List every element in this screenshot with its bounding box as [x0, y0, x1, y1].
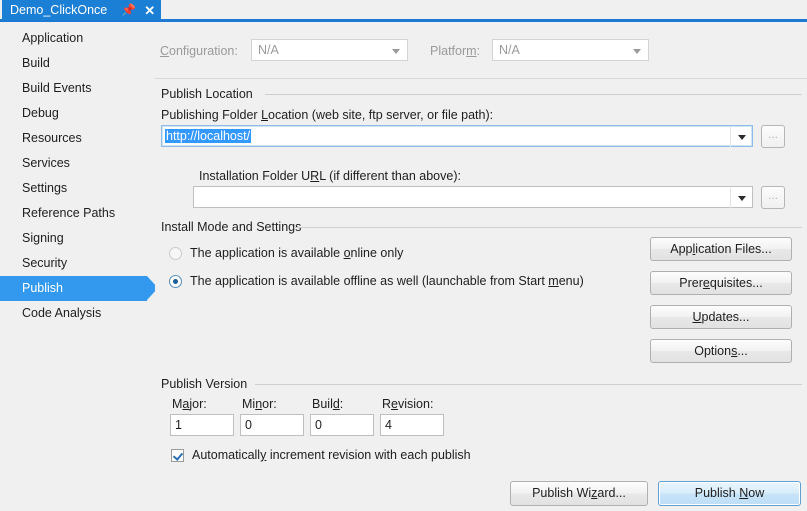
combobox-separator	[730, 127, 731, 147]
sidebar-item-label: Reference Paths	[22, 206, 115, 220]
configuration-label: Configuration:	[160, 44, 238, 58]
pin-icon[interactable]: 📌	[121, 4, 136, 16]
sidebar-item-label: Build	[22, 56, 50, 70]
radio-offline-as-well-label: The application is available offline as …	[190, 274, 584, 288]
chevron-down-icon[interactable]	[738, 196, 746, 201]
build-label: Build:	[312, 397, 343, 411]
publishing-folder-label: Publishing Folder Location (web site, ft…	[161, 108, 493, 122]
sidebar-item-settings[interactable]: Settings	[0, 176, 155, 201]
close-icon[interactable]: ✕	[144, 4, 155, 17]
sidebar-item-resources[interactable]: Resources	[0, 126, 155, 151]
installation-url-label: Installation Folder URL (if different th…	[199, 169, 461, 183]
sidebar-item-application[interactable]: Application	[0, 26, 155, 51]
auto-increment-label: Automatically increment revision with ea…	[192, 448, 471, 462]
sidebar-item-build[interactable]: Build	[0, 51, 155, 76]
tab-demo-clickonce[interactable]: Demo_ClickOnce 📌 ✕	[2, 0, 161, 20]
publish-version-group-rule	[255, 384, 802, 385]
revision-value: 4	[385, 418, 392, 432]
publish-wizard-button[interactable]: Publish Wizard...	[510, 481, 648, 506]
sidebar-item-label: Security	[22, 256, 67, 270]
ellipsis-icon: ...	[768, 188, 778, 202]
installation-url-browse-button[interactable]: ...	[761, 186, 785, 209]
sidebar-item-security[interactable]: Security	[0, 251, 155, 276]
major-value: 1	[175, 418, 182, 432]
radio-icon[interactable]	[169, 247, 182, 260]
major-label: Major:	[172, 397, 207, 411]
sidebar-item-debug[interactable]: Debug	[0, 101, 155, 126]
sidebar-item-build-events[interactable]: Build Events	[0, 76, 155, 101]
tab-title: Demo_ClickOnce	[10, 3, 107, 17]
options-label: Options...	[694, 344, 748, 358]
sidebar-item-label: Services	[22, 156, 70, 170]
install-mode-group-title: Install Mode and Settings	[161, 220, 301, 234]
sidebar-item-code-analysis[interactable]: Code Analysis	[0, 301, 155, 326]
publish-settings-pane: Configuration: N/A Platform: N/A Publish…	[155, 22, 807, 511]
application-files-button[interactable]: Application Files...	[650, 237, 792, 261]
sidebar-item-label: Publish	[22, 281, 63, 295]
sidebar: Application Build Build Events Debug Res…	[0, 26, 155, 511]
installation-url-combobox[interactable]	[193, 186, 753, 208]
sidebar-item-label: Resources	[22, 131, 82, 145]
sidebar-item-label: Application	[22, 31, 83, 45]
publish-version-group-title: Publish Version	[161, 377, 247, 391]
header-divider	[155, 78, 807, 79]
ellipsis-icon: ...	[768, 127, 778, 141]
platform-dropdown[interactable]: N/A	[492, 39, 649, 61]
platform-value: N/A	[499, 43, 520, 57]
chevron-down-icon	[392, 49, 400, 54]
revision-label: Revision:	[382, 397, 433, 411]
sidebar-item-label: Code Analysis	[22, 306, 101, 320]
sidebar-item-reference-paths[interactable]: Reference Paths	[0, 201, 155, 226]
application-files-label: Application Files...	[670, 242, 771, 256]
sidebar-item-label: Settings	[22, 181, 67, 195]
publish-wizard-label: Publish Wizard...	[532, 486, 626, 500]
minor-value: 0	[245, 418, 252, 432]
sidebar-item-services[interactable]: Services	[0, 151, 155, 176]
sidebar-item-label: Debug	[22, 106, 59, 120]
options-button[interactable]: Options...	[650, 339, 792, 363]
combobox-separator	[730, 188, 731, 208]
chevron-down-icon	[633, 49, 641, 54]
minor-input[interactable]: 0	[240, 414, 304, 436]
configuration-row: Configuration: N/A Platform: N/A	[155, 39, 807, 65]
chevron-down-icon[interactable]	[738, 135, 746, 140]
configuration-value: N/A	[258, 43, 279, 57]
publish-location-group-title: Publish Location	[161, 87, 253, 101]
publishing-folder-combobox[interactable]: http://localhost/	[161, 125, 753, 147]
sidebar-item-signing[interactable]: Signing	[0, 226, 155, 251]
sidebar-item-label: Signing	[22, 231, 64, 245]
updates-button[interactable]: Updates...	[650, 305, 792, 329]
updates-label: Updates...	[693, 310, 750, 324]
publish-now-button[interactable]: Publish Now	[658, 481, 801, 506]
publishing-folder-value: http://localhost/	[165, 129, 251, 143]
tab-strip: Demo_ClickOnce 📌 ✕	[0, 0, 807, 22]
radio-icon-selected[interactable]	[169, 275, 182, 288]
publish-location-group-rule	[265, 94, 802, 95]
major-input[interactable]: 1	[170, 414, 234, 436]
publishing-folder-browse-button[interactable]: ...	[761, 125, 785, 148]
minor-label: Minor:	[242, 397, 277, 411]
prerequisites-button[interactable]: Prerequisites...	[650, 271, 792, 295]
configuration-dropdown[interactable]: N/A	[251, 39, 408, 61]
install-mode-group-rule	[295, 227, 802, 228]
build-value: 0	[315, 418, 322, 432]
radio-online-only-label: The application is available online only	[190, 246, 403, 260]
build-input[interactable]: 0	[310, 414, 374, 436]
prerequisites-label: Prerequisites...	[679, 276, 762, 290]
platform-label: Platform:	[430, 44, 480, 58]
publish-now-label: Publish Now	[695, 486, 765, 500]
sidebar-item-label: Build Events	[22, 81, 91, 95]
sidebar-item-publish[interactable]: Publish	[0, 276, 147, 301]
revision-input[interactable]: 4	[380, 414, 444, 436]
checkbox-icon-checked[interactable]	[171, 449, 184, 462]
